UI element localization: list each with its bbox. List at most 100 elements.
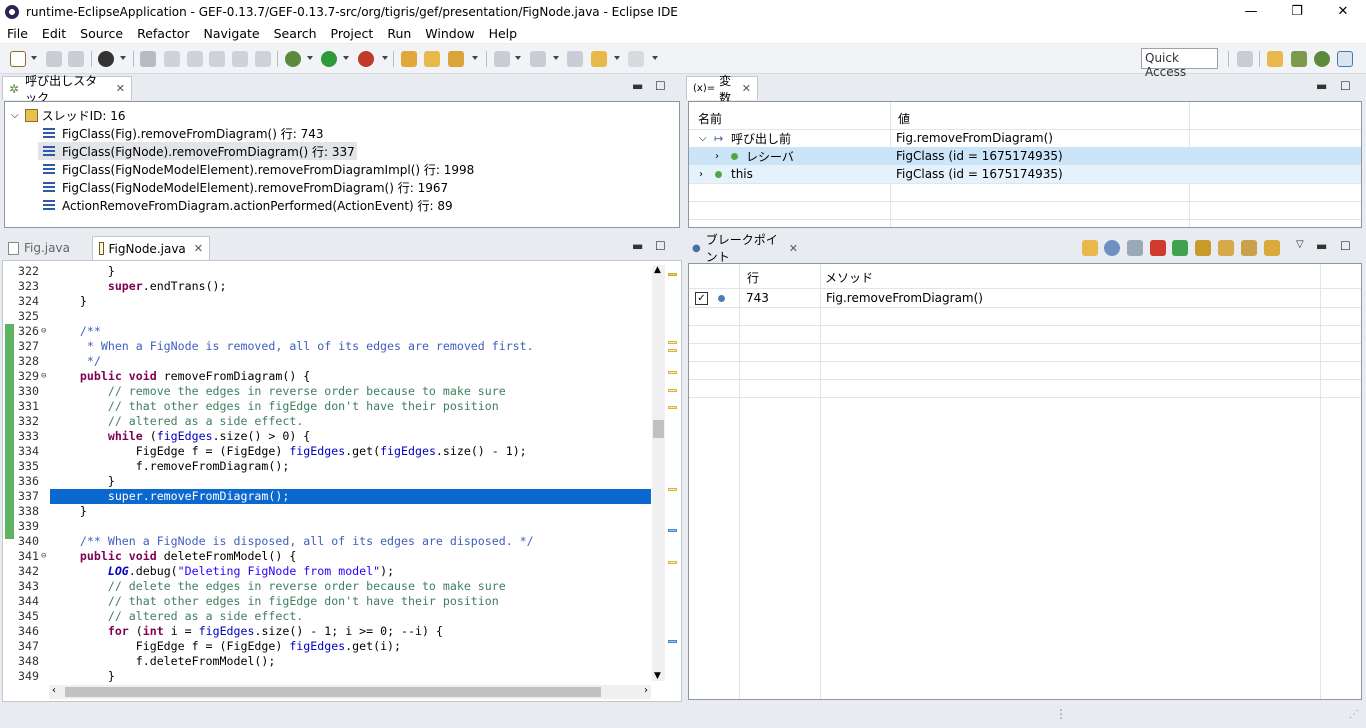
horizontal-scrollbar[interactable]: ‹ › [49,685,651,699]
next-annotation-icon[interactable] [494,51,510,67]
ruler-mark[interactable] [668,488,677,491]
code-line[interactable]: 345 // altered as a side effect. [3,609,651,624]
code-line[interactable]: 322 } [3,264,651,279]
external-tools-dropdown-icon[interactable] [382,56,388,60]
ruler-mark[interactable] [668,640,677,643]
code-line[interactable]: 346 for (int i = figEdges.size() - 1; i … [3,624,651,639]
menu-navigate[interactable]: Navigate [197,26,267,41]
maximize-icon[interactable]: ☐ [1340,79,1351,93]
code-line[interactable]: ⊖ 326 /** [3,324,651,339]
link-icon[interactable] [1104,240,1120,256]
code-line[interactable]: 332 // altered as a side effect. [3,414,651,429]
code-line[interactable]: ⊖ 341 public void deleteFromModel() { [3,549,651,564]
code-line[interactable]: 344 // that other edges in figEdge don't… [3,594,651,609]
open-perspective-icon[interactable] [1237,51,1253,67]
scroll-up-icon[interactable]: ▲ [654,265,661,275]
resume-icon[interactable] [164,51,180,67]
save-all-icon[interactable] [68,51,84,67]
menu-project[interactable]: Project [324,26,381,41]
maximize-icon[interactable]: ☐ [1340,239,1351,253]
chevron-right-icon[interactable]: › [715,151,719,162]
chevron-down-icon[interactable]: ⌵ [11,110,19,121]
external-tools-icon[interactable] [358,51,374,67]
ruler-mark[interactable] [668,341,677,344]
menu-run[interactable]: Run [380,26,418,41]
stack-frame[interactable]: ActionRemoveFromDiagram.actionPerformed(… [43,196,453,214]
code-line[interactable]: 323 super.endTrans(); [3,279,651,294]
tab-breakpoints[interactable]: ● ブレークポイント ✕ [686,233,804,264]
column-method[interactable]: メソッド [825,269,873,286]
plugin-perspective-icon[interactable] [1337,51,1353,67]
breakpoint-row[interactable]: ✓ 743 Fig.removeFromDiagram() [689,289,1361,307]
ruler-mark[interactable] [668,349,677,352]
code-line[interactable]: 335 f.removeFromDiagram(); [3,459,651,474]
terminate-icon[interactable] [209,51,225,67]
open-folder-icon[interactable] [1082,240,1098,256]
scroll-down-icon[interactable]: ▼ [654,671,661,681]
menu-edit[interactable]: Edit [35,26,73,41]
code-line[interactable]: 340 /** When a FigNode is disposed, all … [3,534,651,549]
ruler-mark[interactable] [668,389,677,392]
ruler-mark[interactable] [668,371,677,374]
code-line[interactable]: 333 while (figEdges.size() > 0) { [3,429,651,444]
scroll-right-icon[interactable]: › [644,685,648,696]
search-tool-icon[interactable] [448,51,464,67]
menu-file[interactable]: File [0,26,35,41]
code-editor[interactable]: 322 } 323 super.endTrans(); 324 } 325 ⊖ 326 /… [2,260,682,702]
new-dropdown-icon[interactable] [31,56,37,60]
code-line[interactable]: 330 // remove the edges in reverse order… [3,384,651,399]
code-line[interactable]: 338 } [3,504,651,519]
run-icon[interactable] [321,51,337,67]
code-line[interactable]: 349 } [3,669,651,684]
run-dropdown-icon[interactable] [343,56,349,60]
current-debug-line[interactable]: 337 super.removeFromDiagram(); [18,489,651,504]
code-line[interactable]: 328 */ [3,354,651,369]
code-line[interactable]: 324 } [3,294,651,309]
prev-annotation-icon[interactable] [530,51,546,67]
tab-callstack[interactable]: ✲ 呼び出しスタック ✕ [2,74,132,105]
code-line[interactable]: 334 FigEdge f = (FigEdge) figEdges.get(f… [3,444,651,459]
stack-frame-selected[interactable]: FigClass(FigNode).removeFromDiagram() 行:… [38,142,357,160]
code-line[interactable]: 342 LOG.debug("Deleting FigNode from mod… [3,564,651,579]
stack-frame[interactable]: FigClass(FigNodeModelElement).removeFrom… [43,160,474,178]
close-icon[interactable]: ✕ [789,242,798,255]
menu-window[interactable]: Window [418,26,481,41]
code-line[interactable]: 339 [3,519,651,534]
suspend-icon[interactable] [187,51,203,67]
minimize-icon[interactable]: ▬ [1316,79,1327,93]
open-folder-icon[interactable] [424,51,440,67]
variable-row[interactable]: ⌵ ↦ 呼び出し前 Fig.removeFromDiagram() [689,129,1361,147]
close-icon[interactable]: ✕ [116,82,125,95]
close-icon[interactable]: ✕ [742,82,751,95]
save-icon[interactable] [46,51,62,67]
tab-variables[interactable]: (x)= 変数 ✕ [686,74,758,105]
java-ee-perspective-icon[interactable] [1267,51,1283,67]
vertical-scrollbar[interactable]: ▲ ▼ [652,265,665,681]
scrollbar-thumb[interactable] [65,687,601,697]
last-edit-icon[interactable] [567,51,583,67]
profile-icon[interactable] [98,51,114,67]
minimize-button[interactable]: — [1228,0,1274,23]
chevron-down-icon[interactable]: ⌵ [699,133,707,144]
scrollbar-thumb[interactable] [653,420,664,438]
menu-refactor[interactable]: Refactor [130,26,196,41]
column-line[interactable]: 行 [747,269,759,286]
remove-icon[interactable] [1150,240,1166,256]
back-dropdown-icon[interactable] [614,56,620,60]
skip-breakpoints-icon[interactable] [140,51,156,67]
tab-fignode-java[interactable]: FigNode.java ✕ [92,236,210,260]
open-type-icon[interactable] [401,51,417,67]
code-line[interactable]: 348 f.deleteFromModel(); [3,654,651,669]
ruler-mark[interactable] [668,529,677,532]
menu-help[interactable]: Help [482,26,525,41]
code-line[interactable]: 331 // that other edges in figEdge don't… [3,399,651,414]
scroll-left-icon[interactable]: ‹ [52,685,56,696]
new-icon[interactable] [10,51,26,67]
code-line[interactable]: ⊖ 329 public void removeFromDiagram() { [3,369,651,384]
thread-node[interactable]: ⌵ スレッドID: 16 [11,106,126,124]
minimize-icon[interactable]: ▬ [632,79,643,93]
ruler-mark[interactable] [668,561,677,564]
debug-icon[interactable] [285,51,301,67]
code-line[interactable]: 336 } [3,474,651,489]
ruler-mark[interactable] [668,406,677,409]
